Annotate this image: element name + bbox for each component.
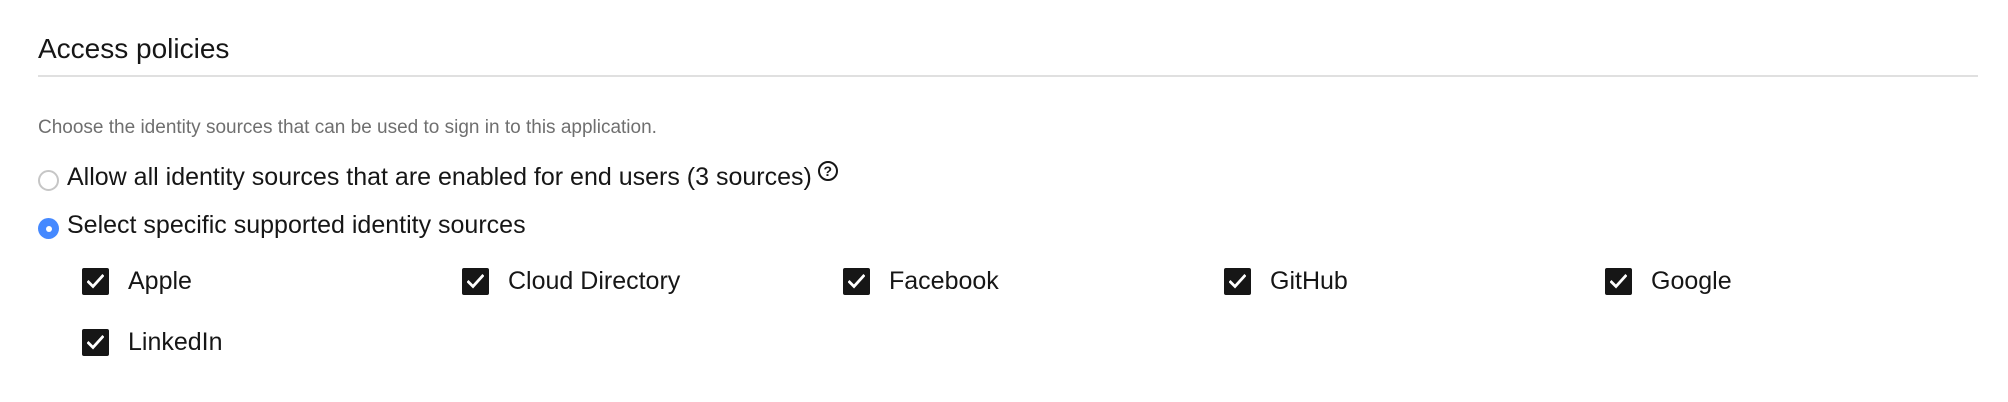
checkbox-item-google[interactable]: Google (1605, 264, 1732, 298)
divider (38, 75, 1978, 77)
checkmark-icon (87, 334, 104, 350)
checkmark-icon (848, 273, 865, 289)
checkmark-icon (1610, 273, 1627, 289)
checkbox-cloud-directory[interactable] (462, 267, 489, 295)
checkmark-icon (467, 273, 484, 289)
helper-text: Choose the identity sources that can be … (38, 117, 657, 138)
checkbox-google[interactable] (1605, 267, 1632, 295)
radio-select-specific-sources[interactable]: Select specific supported identity sourc… (38, 208, 526, 242)
checkbox-label-linkedin: LinkedIn (128, 328, 223, 356)
checkmark-icon (87, 273, 104, 289)
checkbox-label-github: GitHub (1270, 267, 1348, 295)
checkbox-item-linkedin[interactable]: LinkedIn (82, 325, 223, 359)
radio-button-allow-all[interactable] (38, 169, 59, 191)
checkbox-github[interactable] (1224, 267, 1251, 295)
radio-button-select-specific[interactable] (38, 217, 59, 239)
checkbox-item-facebook[interactable]: Facebook (843, 264, 999, 298)
checkbox-label-google: Google (1651, 267, 1732, 295)
checkbox-item-github[interactable]: GitHub (1224, 264, 1348, 298)
radio-allow-all-sources[interactable]: Allow all identity sources that are enab… (38, 160, 838, 194)
section-title: Access policies (38, 33, 230, 64)
checkmark-icon (1229, 273, 1246, 289)
checkbox-label-cloud-directory: Cloud Directory (508, 267, 681, 295)
checkbox-linkedin[interactable] (82, 328, 109, 356)
checkbox-apple[interactable] (82, 267, 109, 295)
help-icon[interactable]: ? (817, 161, 838, 181)
checkbox-label-facebook: Facebook (889, 267, 999, 295)
checkbox-facebook[interactable] (843, 267, 870, 295)
radio-label-allow-all: Allow all identity sources that are enab… (67, 163, 812, 191)
checkbox-item-cloud-directory[interactable]: Cloud Directory (462, 264, 680, 298)
checkbox-label-apple: Apple (128, 267, 192, 295)
radio-label-select-specific: Select specific supported identity sourc… (67, 211, 526, 239)
checkbox-item-apple[interactable]: Apple (82, 264, 192, 298)
